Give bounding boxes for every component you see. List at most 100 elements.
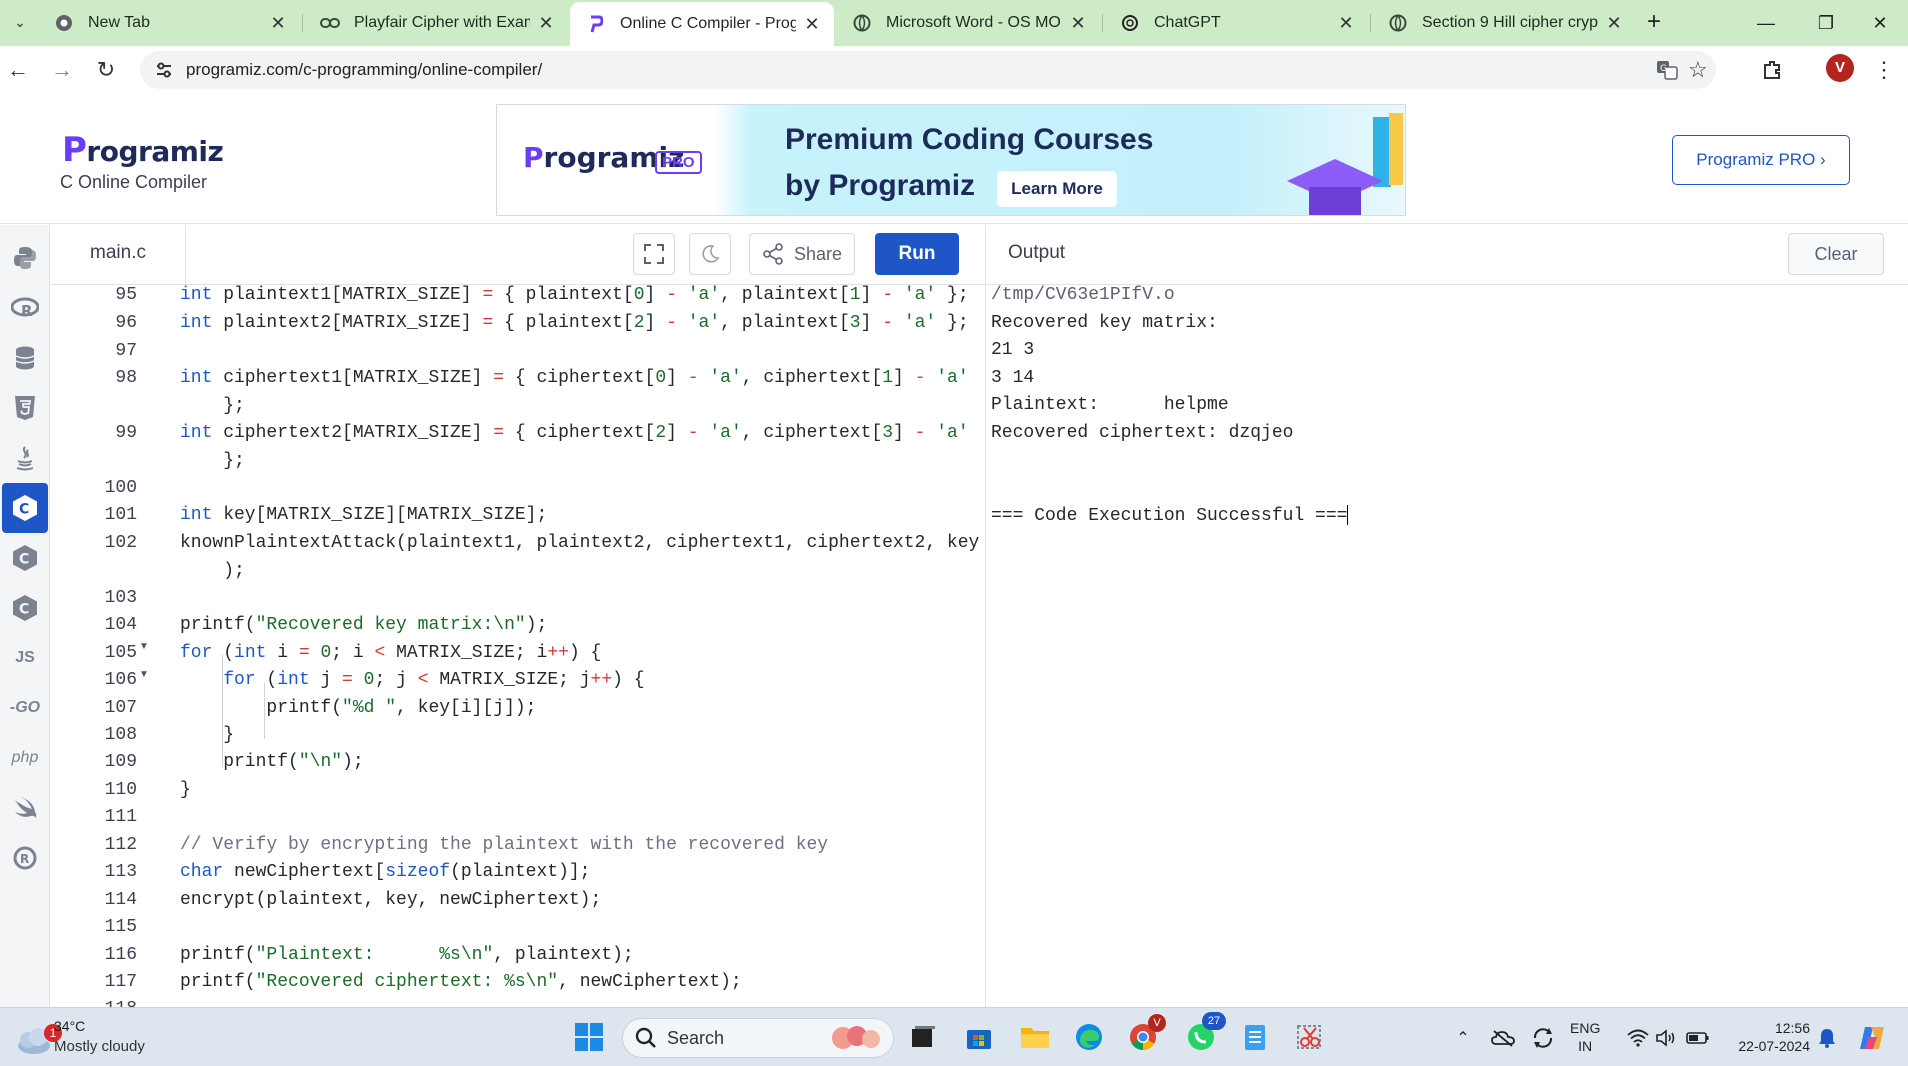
sync-icon[interactable] (1528, 1008, 1558, 1066)
url-text: programiz.com/c-programming/online-compi… (186, 60, 543, 79)
close-icon[interactable]: ✕ (536, 13, 556, 34)
browser-tab-programiz[interactable]: Online C Compiler - Progra ✕ (570, 2, 834, 46)
edge-browser-icon[interactable] (1072, 1020, 1106, 1054)
input-language-indicator[interactable]: ENG IN (1570, 1019, 1600, 1055)
windows-start-icon[interactable] (572, 1020, 606, 1054)
share-button[interactable]: Share (749, 233, 855, 275)
task-view-icon[interactable] (906, 1020, 940, 1054)
javascript-icon[interactable]: JS (2, 633, 48, 683)
c-lang-icon[interactable]: C (2, 483, 48, 533)
code-line: printf("Plaintext: %s\n", plaintext); (180, 945, 634, 965)
programiz-pro-button[interactable]: Programiz PRO › (1672, 135, 1850, 185)
output-title: Output (1008, 242, 1066, 263)
snipping-tool-icon[interactable] (1292, 1020, 1326, 1054)
code-line: knownPlaintextAttack(plaintext1, plainte… (180, 533, 980, 553)
volume-icon[interactable] (1652, 1008, 1680, 1066)
dark-mode-toggle[interactable] (689, 233, 731, 275)
address-bar[interactable]: programiz.com/c-programming/online-compi… (140, 51, 1716, 89)
tab-title: ChatGPT (1154, 14, 1221, 31)
browser-tab-playfair[interactable]: Playfair Cipher with Examp ✕ (304, 0, 568, 46)
link-icon (320, 13, 340, 33)
editor-toolbar: main.c Share Run (51, 225, 985, 285)
tab-search-dropdown[interactable]: ⌄ (6, 8, 34, 36)
cpp-icon[interactable]: C (2, 533, 48, 583)
share-label: Share (793, 243, 843, 264)
chrome-taskbar-icon[interactable]: V (1126, 1014, 1166, 1054)
swift-icon[interactable] (2, 783, 48, 833)
output-console[interactable]: /tmp/CV63e1PIfV.o Recovered key matrix: … (986, 285, 1908, 1007)
graduation-cap-illustration (1287, 113, 1403, 215)
notification-bell-icon[interactable] (1814, 1008, 1840, 1066)
microsoft-store-icon[interactable] (962, 1020, 996, 1054)
clear-button[interactable]: Clear (1788, 233, 1884, 275)
promo-banner[interactable]: Programiz PRO Premium Coding Courses by … (496, 104, 1406, 216)
system-clock[interactable]: 12:56 22-07-2024 (1728, 1019, 1810, 1055)
close-window-icon[interactable]: ✕ (1850, 0, 1908, 46)
wifi-icon[interactable] (1624, 1008, 1652, 1066)
browser-tab-chatgpt[interactable]: ChatGPT ✕ (1104, 0, 1368, 46)
programiz-logo[interactable]: Programiz (62, 130, 224, 170)
page-subtitle: C Online Compiler (60, 172, 208, 192)
go-icon[interactable]: -GO (2, 683, 48, 733)
restore-icon[interactable]: ❐ (1796, 0, 1856, 46)
profile-avatar[interactable]: V (1826, 54, 1854, 82)
notepad-icon[interactable] (1238, 1020, 1272, 1054)
search-highlight-icon (832, 1026, 880, 1049)
show-hidden-icons-chevron[interactable]: ⌃ (1450, 1008, 1476, 1066)
sql-database-icon[interactable] (2, 333, 48, 383)
r-lang-icon[interactable]: R (2, 283, 48, 333)
whatsapp-icon[interactable]: 27 (1184, 1012, 1226, 1054)
close-icon[interactable]: ✕ (1068, 13, 1088, 34)
more-menu-icon[interactable]: ⋮ (1870, 56, 1898, 84)
fold-arrow-icon[interactable]: ▼ (139, 641, 149, 652)
tab-title: New Tab (88, 14, 150, 31)
back-icon[interactable]: ← (4, 56, 32, 84)
copilot-icon[interactable] (1852, 1008, 1892, 1066)
browser-tab-hill-cipher[interactable]: Section 9 Hill cipher crypta ✕ (1372, 0, 1636, 46)
onedrive-icon[interactable] (1488, 1008, 1518, 1066)
forward-icon[interactable]: → (48, 56, 76, 84)
php-icon[interactable]: php (2, 733, 48, 783)
tab-title: Playfair Cipher with Examp (354, 14, 530, 31)
share-icon (763, 243, 783, 265)
output-line: Plaintext: helpme (991, 395, 1229, 415)
site-settings-icon[interactable] (154, 60, 174, 80)
rust-icon[interactable]: R (2, 833, 48, 883)
python-icon[interactable] (2, 233, 48, 283)
reload-icon[interactable]: ↻ (92, 56, 120, 84)
java-icon[interactable] (2, 433, 48, 483)
new-tab-button[interactable]: + (1640, 8, 1668, 36)
file-explorer-icon[interactable] (1018, 1020, 1052, 1054)
minimize-icon[interactable]: — (1736, 0, 1796, 46)
code-editor[interactable]: 95 96 97 98 99 100 101 102 103 104 105 106 107 108 109… (51, 285, 985, 1007)
learn-more-button[interactable]: Learn More (997, 171, 1117, 207)
code-comment: // Verify by encrypting the plaintext wi… (180, 835, 829, 855)
run-button[interactable]: Run (875, 233, 959, 275)
battery-icon[interactable] (1682, 1008, 1714, 1066)
line-number: 115 (104, 917, 137, 937)
html5-icon[interactable] (2, 383, 48, 433)
code-line: int ciphertext2[MATRIX_SIZE] = { ciphert… (180, 423, 969, 443)
fold-arrow-icon[interactable]: ▼ (139, 669, 149, 680)
extensions-icon[interactable] (1758, 56, 1786, 84)
svg-text:R: R (20, 852, 29, 866)
translate-icon[interactable]: G (1656, 51, 1678, 89)
close-icon[interactable]: ✕ (268, 13, 288, 34)
moon-icon (702, 245, 720, 263)
weather-widget[interactable]: 1 (14, 1018, 62, 1056)
close-icon[interactable]: ✕ (1336, 13, 1356, 34)
close-icon[interactable]: ✕ (1604, 13, 1624, 34)
csharp-icon[interactable]: C (2, 583, 48, 633)
close-icon[interactable]: ✕ (802, 14, 822, 35)
browser-tab-new-tab[interactable]: New Tab ✕ (38, 0, 300, 46)
bookmark-star-icon[interactable]: ☆ (1688, 51, 1708, 89)
line-number: 104 (104, 615, 137, 635)
line-number: 113 (104, 862, 137, 882)
globe-icon (852, 13, 872, 33)
weather-description: Mostly cloudy (54, 1038, 145, 1055)
taskbar-search[interactable]: Search (622, 1018, 894, 1058)
fullscreen-button[interactable] (633, 233, 675, 275)
file-tab-main-c[interactable]: main.c (51, 225, 186, 285)
site-header: Programiz C Online Compiler Programiz PR… (0, 94, 1908, 224)
browser-tab-word[interactable]: Microsoft Word - OS MOD ✕ (836, 0, 1100, 46)
